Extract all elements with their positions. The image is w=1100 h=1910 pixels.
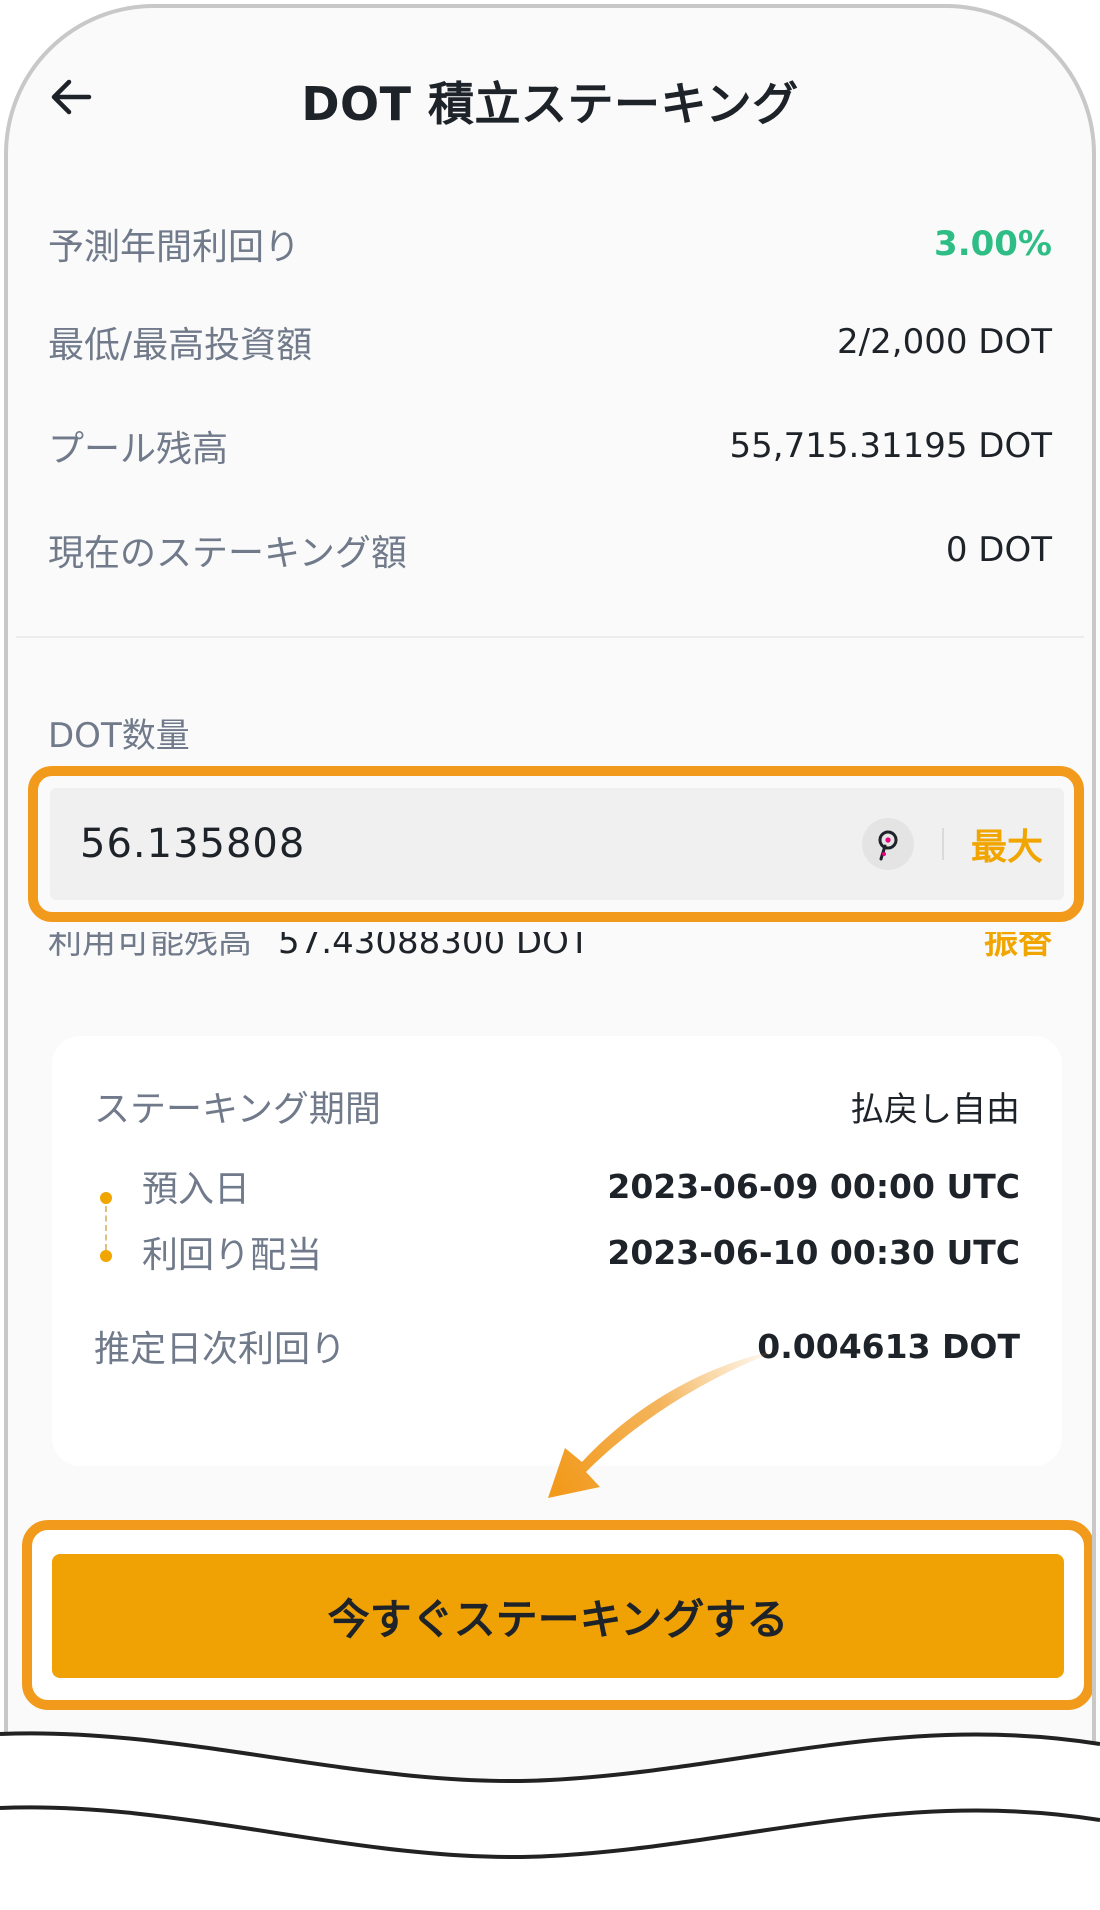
info-label: プール残高	[48, 429, 229, 470]
info-value: 2/2,000 DOT	[837, 322, 1052, 362]
deposit-value: 2023-06-09 00:00 UTC	[607, 1166, 1020, 1206]
info-row-min-max: 最低/最高投資額 2/2,000 DOT	[48, 316, 1052, 368]
info-row-apy: 予測年間利回り 3.00%	[48, 218, 1052, 270]
transfer-link[interactable]: 振替	[984, 932, 1052, 962]
info-value: 55,715.31195 DOT	[729, 426, 1052, 466]
info-value-apy: 3.00%	[934, 224, 1052, 264]
page-title: DOT 積立ステーキング	[301, 77, 799, 131]
info-label: 予測年間利回り	[48, 227, 301, 268]
deposit-label: 預入日	[142, 1169, 251, 1210]
phone-frame: DOT 積立ステーキング 予測年間利回り 3.00% 最低/最高投資額 2/2,…	[4, 4, 1096, 1854]
amount-label: DOT数量	[48, 716, 190, 756]
available-value: 57.43088300 DOT	[278, 932, 590, 962]
screenshot-stage: DOT 積立ステーキング 予測年間利回り 3.00% 最低/最高投資額 2/2,…	[0, 0, 1100, 1910]
daily-value: 0.004613 DOT	[757, 1326, 1020, 1366]
info-row-pool: プール残高 55,715.31195 DOT	[48, 420, 1052, 472]
info-label: 最低/最高投資額	[48, 325, 313, 366]
timeline-dot	[100, 1250, 112, 1262]
timeline-dot	[100, 1192, 112, 1204]
payout-label: 利回り配当	[142, 1235, 323, 1276]
amount-highlight	[28, 766, 1084, 922]
period-label: ステーキング期間	[94, 1089, 381, 1130]
detail-row-daily: 推定日次利回り 0.004613 DOT	[94, 1320, 1020, 1372]
detail-row-payout: 利回り配当 2023-06-10 00:30 UTC	[142, 1226, 1020, 1278]
staking-details-card: ステーキング期間 払戻し自由 預入日 2023-06-09 00:00 UTC …	[52, 1036, 1062, 1466]
payout-value: 2023-06-10 00:30 UTC	[607, 1232, 1020, 1272]
divider	[16, 636, 1084, 638]
available-balance-row: 利用可能残高 57.43088300 DOT 振替	[8, 932, 1092, 962]
period-value: 払戻し自由	[850, 1089, 1020, 1130]
available-label: 利用可能残高	[48, 932, 252, 962]
detail-row-period: ステーキング期間 払戻し自由	[94, 1080, 1020, 1132]
info-value: 0 DOT	[945, 530, 1052, 570]
stake-now-button[interactable]: 今すぐステーキングする	[52, 1554, 1064, 1678]
info-row-current: 現在のステーキング額 0 DOT	[48, 524, 1052, 576]
info-label: 現在のステーキング額	[48, 533, 407, 574]
detail-row-deposit: 預入日 2023-06-09 00:00 UTC	[142, 1160, 1020, 1212]
daily-label: 推定日次利回り	[94, 1329, 347, 1370]
timeline-connector	[105, 1206, 107, 1250]
